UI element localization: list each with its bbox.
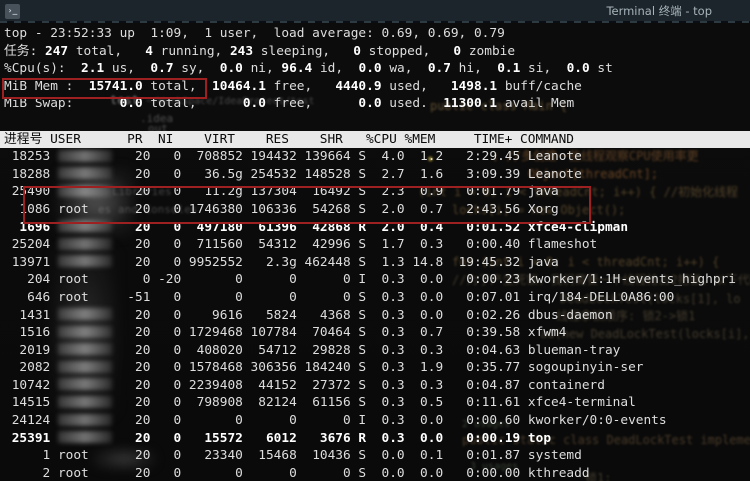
screen: ›_ Terminal 终端 - top test~/WorkSpace/Ide… — [0, 0, 750, 481]
process-row: 1696 20 0 497180 61396 42868 R 2.0 0.4 0… — [0, 219, 750, 237]
summary-tasks: 任务: 247 total, 4 running, 243 sleeping, … — [0, 43, 750, 61]
window-titlebar[interactable]: ›_ Terminal 终端 - top — [0, 0, 750, 22]
process-row: 1 root 20 0 23340 15468 10436 S 0.0 0.1 … — [0, 447, 750, 465]
summary-uptime: top - 23:52:33 up 1:09, 1 user, load ave… — [0, 25, 750, 43]
blurred-username — [58, 255, 112, 267]
process-row: 24124 20 0 0 0 0 I 0.3 0.0 0:00.60 kwork… — [0, 412, 750, 430]
blurred-username — [58, 220, 112, 232]
blurred-username — [58, 431, 112, 443]
process-row: 13971 20 0 9952552 2.3g 462448 S 1.3 14.… — [0, 254, 750, 272]
blurred-username — [58, 343, 112, 355]
process-table-header: 进程号 USER PR NI VIRT RES SHR %CPU %MEM TI… — [0, 131, 750, 149]
blurred-username — [58, 167, 112, 179]
process-row: 204 root 0 -20 0 0 0 I 0.3 0.0 0:00.23 k… — [0, 271, 750, 289]
process-row: 14515 20 0 798908 82124 61156 S 0.3 0.5 … — [0, 394, 750, 412]
process-row: 1086 root 20 0 1746380 106336 54268 S 2.… — [0, 201, 750, 219]
process-row: 25204 20 0 711560 54312 42996 S 1.7 0.3 … — [0, 236, 750, 254]
process-row: 25391 20 0 15572 6012 3676 R 0.3 0.0 0:0… — [0, 430, 750, 448]
process-row: 1516 20 0 1729468 107784 70464 S 0.3 0.7… — [0, 324, 750, 342]
process-row: 18253 20 0 708852 194432 139664 S 4.0 1.… — [0, 148, 750, 166]
process-row: 18288 20 0 36.5g 254532 148528 S 2.7 1.6… — [0, 166, 750, 184]
blurred-username — [58, 185, 112, 197]
process-row: 2 root 20 0 0 0 0 S 0.0 0.0 0:00.00 kthr… — [0, 465, 750, 481]
blank-line — [0, 113, 750, 131]
summary-memory: MiB Mem : 15741.0 total, 10464.1 free, 4… — [0, 78, 750, 96]
terminal-screen[interactable]: test~/WorkSpace/IdeaProject/test.ideaout… — [0, 22, 750, 481]
process-row: 10742 20 0 2239408 44152 27372 S 0.3 0.3… — [0, 377, 750, 395]
blurred-username — [58, 414, 112, 426]
summary-swap: MiB Swap: 0.0 total, 0.0 free, 0.0 used.… — [0, 95, 750, 113]
terminal-icon: ›_ — [5, 4, 20, 19]
process-row: 2082 20 0 1578468 306356 184240 S 0.3 1.… — [0, 359, 750, 377]
summary-cpu: %Cpu(s): 2.1 us, 0.7 sy, 0.0 ni, 96.4 id… — [0, 60, 750, 78]
blurred-username — [58, 238, 112, 250]
top-output: top - 23:52:33 up 1:09, 1 user, load ave… — [0, 25, 750, 481]
blurred-username — [58, 378, 112, 390]
blurred-username — [58, 326, 112, 338]
process-row: 1431 20 0 9616 5824 4368 S 0.3 0.0 0:02.… — [0, 307, 750, 325]
blurred-username — [58, 396, 112, 408]
window-title: Terminal 终端 - top — [20, 3, 750, 19]
process-row: 2019 20 0 408020 54712 29828 S 0.3 0.3 0… — [0, 342, 750, 360]
process-row: 25490 20 0 11.2g 137304 16492 S 2.3 0.9 … — [0, 183, 750, 201]
blurred-username — [58, 308, 112, 320]
blurred-username — [58, 361, 112, 373]
blurred-username — [58, 150, 112, 162]
process-row: 646 root -51 0 0 0 0 S 0.3 0.0 0:07.01 i… — [0, 289, 750, 307]
